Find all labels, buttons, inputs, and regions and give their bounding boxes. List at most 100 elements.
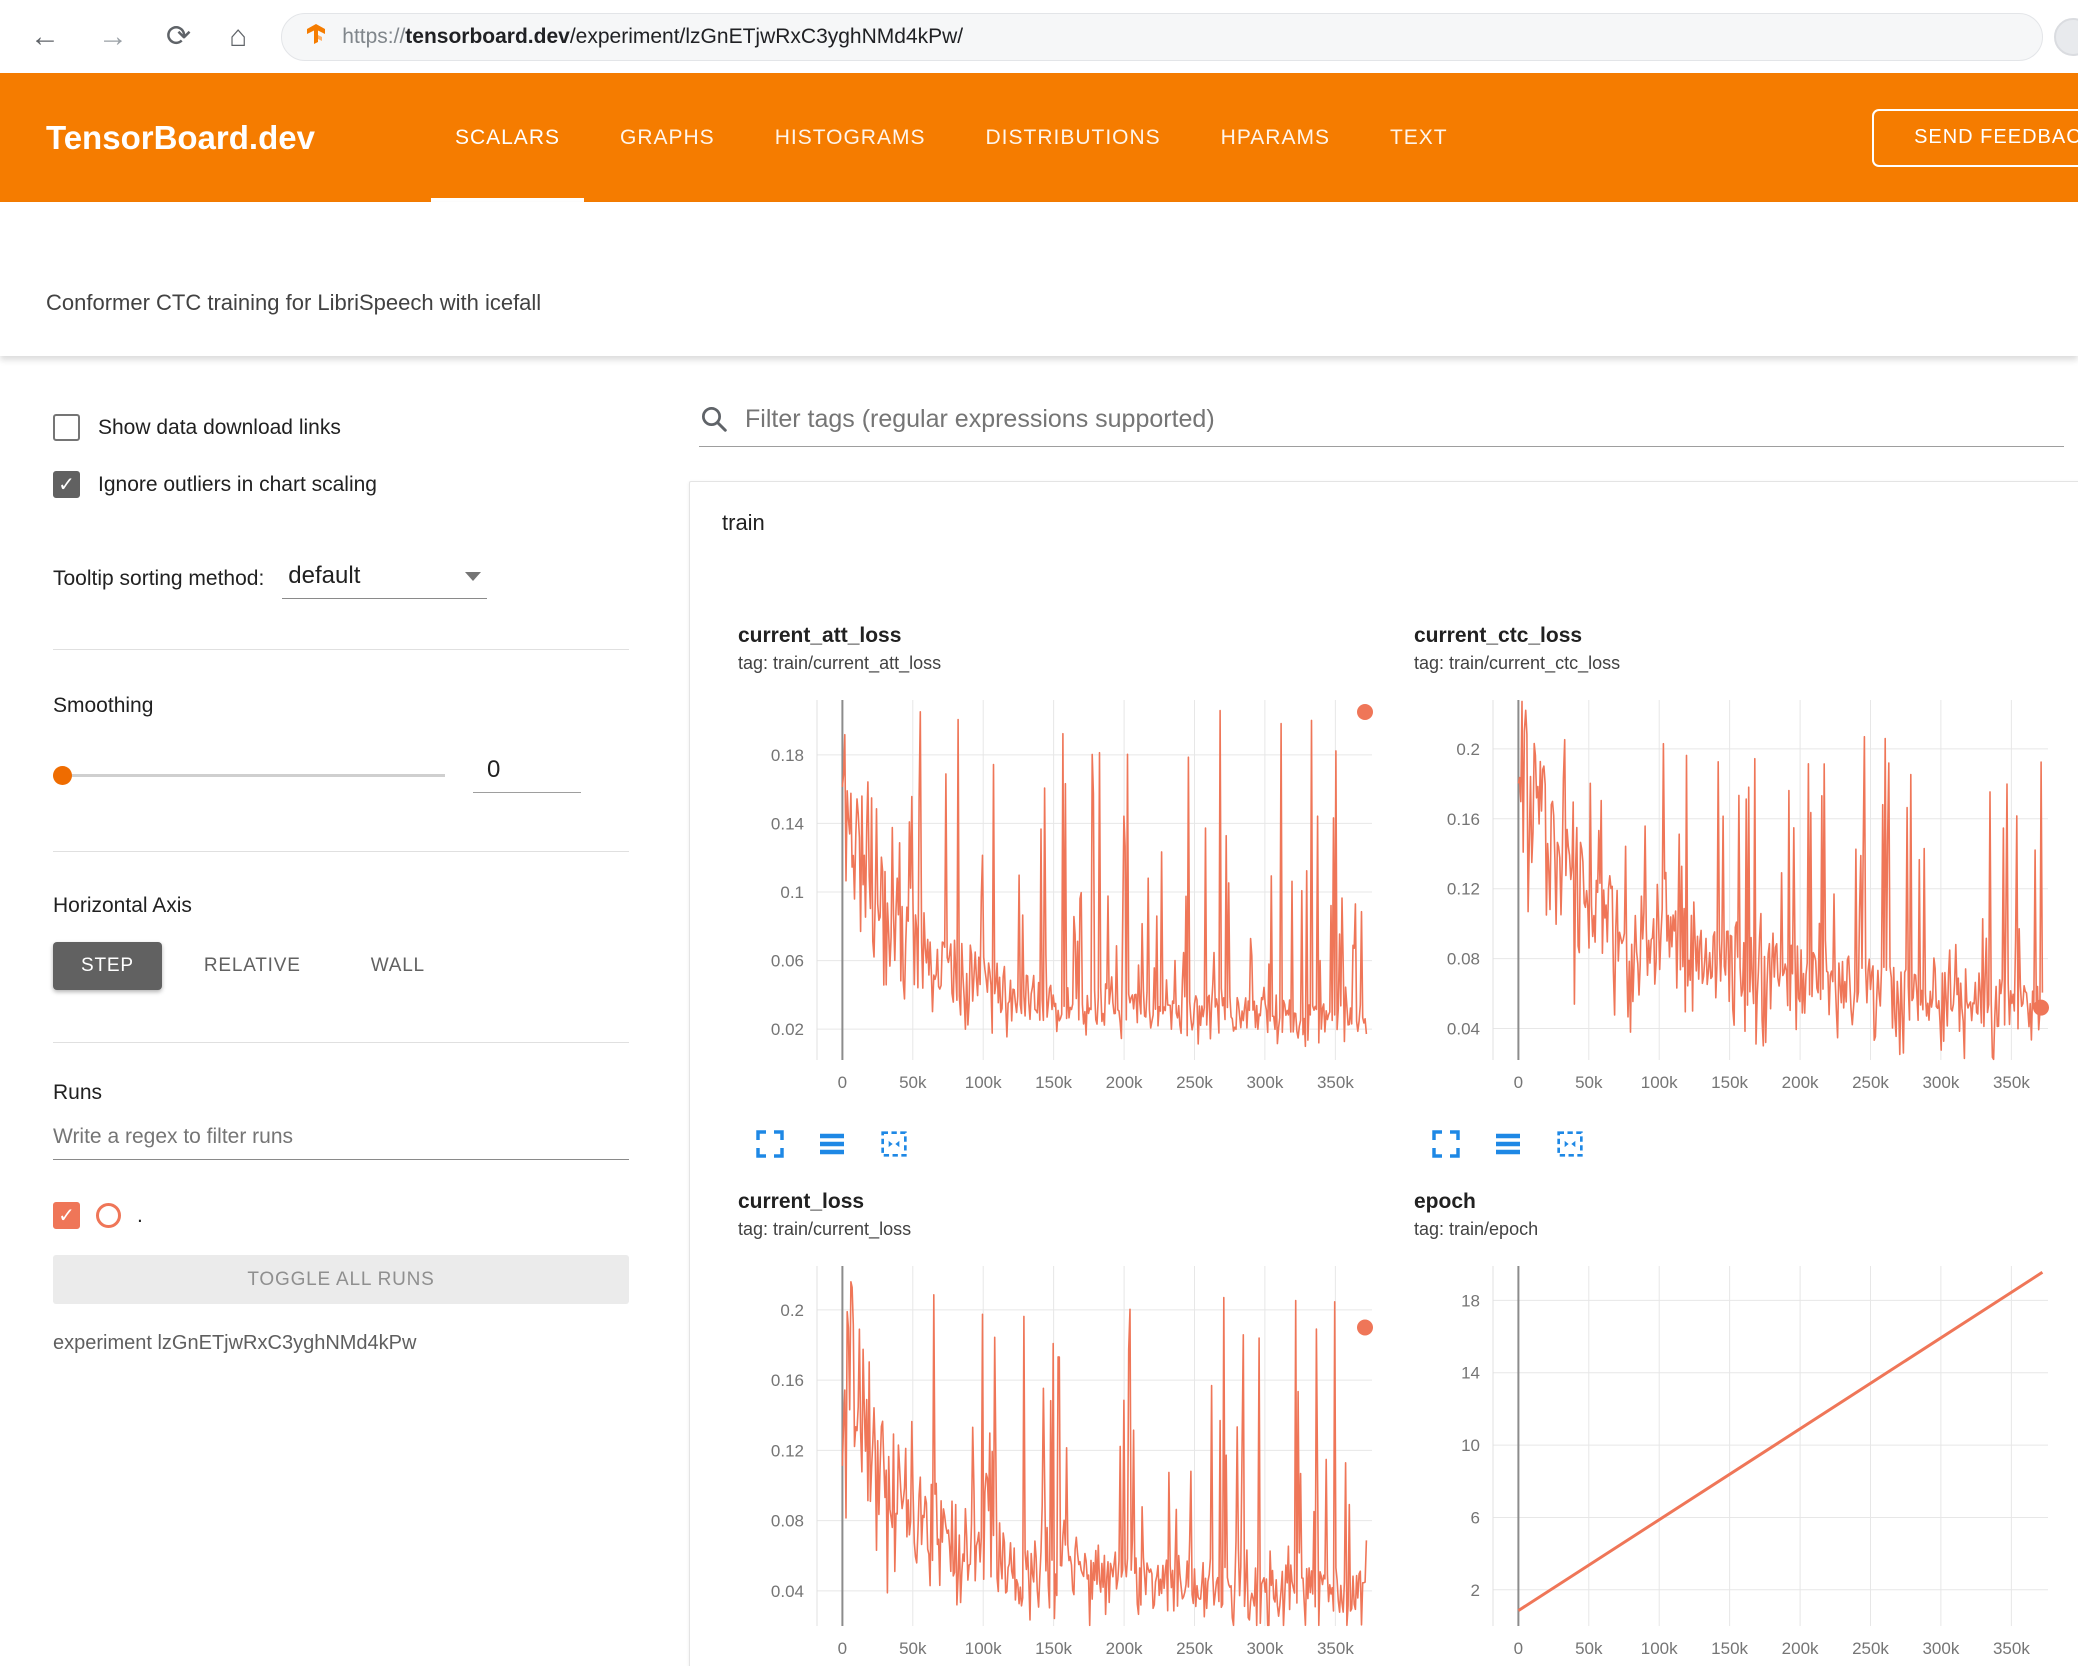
tensorboard-favicon: [304, 22, 328, 51]
show-download-label: Show data download links: [98, 415, 341, 439]
fit-domain-icon[interactable]: [1554, 1128, 1586, 1160]
home-icon[interactable]: ⌂: [229, 21, 247, 52]
filter-tags-input[interactable]: [745, 404, 2064, 434]
back-icon[interactable]: ←: [30, 21, 60, 52]
page: ← → ⟳ ⌂ https://tensorboard.dev/experime…: [0, 0, 2078, 1666]
smoothing-value-field[interactable]: 0: [473, 756, 581, 793]
svg-text:50k: 50k: [1575, 1639, 1603, 1658]
tab-text[interactable]: TEXT: [1360, 73, 1478, 202]
chart-tag: tag: train/current_ctc_loss: [1414, 653, 1621, 673]
svg-text:350k: 350k: [1993, 1639, 2030, 1658]
show-download-checkbox[interactable]: [53, 414, 80, 441]
run-row: ✓ .: [53, 1202, 629, 1229]
chart-title: epoch: [1414, 1190, 1476, 1213]
svg-text:200k: 200k: [1782, 1639, 1819, 1658]
slider-thumb[interactable]: [53, 765, 72, 785]
ignore-outliers-checkbox[interactable]: ✓: [53, 471, 80, 498]
svg-text:0.04: 0.04: [1447, 1020, 1480, 1039]
axis-step-button[interactable]: STEP: [53, 942, 162, 990]
browser-toolbar: ← → ⟳ ⌂ https://tensorboard.dev/experime…: [0, 0, 2078, 73]
chart-toolbar: [754, 1128, 1390, 1160]
smoothing-slider[interactable]: [53, 765, 445, 785]
svg-text:0.02: 0.02: [771, 1020, 804, 1039]
svg-text:150k: 150k: [1035, 1639, 1072, 1658]
send-feedback-button[interactable]: SEND FEEDBACK: [1872, 108, 2078, 167]
svg-text:250k: 250k: [1176, 1639, 1213, 1658]
axis-wall-button[interactable]: WALL: [343, 942, 453, 990]
data-table-glyph: [820, 1133, 844, 1155]
chart-canvas[interactable]: 0.02 0.06 0.1 0.14 0.18 0 50k 100k 150k 200k 250k 3…: [722, 692, 1382, 1116]
address-bar[interactable]: https://tensorboard.dev/experiment/lzGnE…: [281, 12, 2044, 61]
chart-canvas[interactable]: 2 6 10 14 18 0 50k 100k 150k 200k 250k 300k 350k: [1398, 1258, 2058, 1666]
brand-logo: TensorBoard.dev: [46, 118, 315, 156]
svg-text:300k: 300k: [1246, 1073, 1283, 1092]
svg-text:300k: 300k: [1922, 1073, 1959, 1092]
svg-text:0: 0: [838, 1073, 847, 1092]
fit-domain-icon[interactable]: [878, 1128, 910, 1160]
chevron-down-icon: [465, 571, 482, 581]
axis-relative-button[interactable]: RELATIVE: [176, 942, 329, 990]
url-scheme: https://: [342, 24, 406, 48]
svg-text:0.12: 0.12: [1447, 880, 1480, 899]
fit-domain-glyph: [881, 1131, 907, 1157]
chart-tag: tag: train/current_att_loss: [738, 653, 942, 673]
svg-text:0: 0: [838, 1639, 847, 1658]
tooltip-sorting-row: Tooltip sorting method: default: [53, 558, 629, 599]
chart-epoch: epoch tag: train/epoch 2 6 10 14 18 0 50k 100k 1…: [1390, 1190, 2066, 1666]
chart-current-loss: current_loss tag: train/current_loss 0.0…: [714, 1190, 1390, 1666]
avatar[interactable]: [2054, 18, 2078, 56]
fullscreen-icon[interactable]: [1430, 1128, 1462, 1160]
svg-text:250k: 250k: [1176, 1073, 1213, 1092]
svg-text:0: 0: [1514, 1073, 1523, 1092]
svg-text:250k: 250k: [1852, 1639, 1889, 1658]
chart-current-ctc-loss: current_ctc_loss tag: train/current_ctc_…: [1390, 624, 2066, 1160]
data-table-icon[interactable]: [816, 1128, 848, 1160]
divider: [53, 1042, 629, 1043]
svg-text:100k: 100k: [1641, 1073, 1678, 1092]
tab-scalars[interactable]: SCALARS: [425, 73, 590, 202]
app-header: TensorBoard.dev SCALARS GRAPHS HISTOGRAM…: [0, 73, 2078, 202]
forward-icon[interactable]: →: [98, 21, 128, 52]
svg-text:10: 10: [1461, 1436, 1480, 1455]
svg-text:0.1: 0.1: [780, 883, 804, 902]
reload-icon[interactable]: ⟳: [166, 21, 191, 52]
main-nav: SCALARS GRAPHS HISTOGRAMS DISTRIBUTIONS …: [425, 73, 1478, 202]
tab-distributions[interactable]: DISTRIBUTIONS: [955, 73, 1190, 202]
chart-toolbar: [1430, 1128, 2066, 1160]
svg-text:50k: 50k: [899, 1639, 927, 1658]
chart-title: current_loss: [738, 1190, 865, 1213]
svg-text:0.2: 0.2: [780, 1301, 804, 1320]
svg-text:14: 14: [1461, 1364, 1480, 1383]
charts-grid: current_att_loss tag: train/current_att_…: [714, 624, 2078, 1666]
show-download-row: Show data download links: [53, 414, 629, 441]
tab-histograms[interactable]: HISTOGRAMS: [745, 73, 956, 202]
url-domain: tensorboard.dev: [405, 24, 570, 48]
chart-canvas[interactable]: 0.04 0.08 0.12 0.16 0.2 0 50k 100k 150k 200k 250k 3…: [722, 1258, 1382, 1666]
fullscreen-icon[interactable]: [754, 1128, 786, 1160]
toggle-all-runs-button[interactable]: TOGGLE ALL RUNS: [53, 1255, 629, 1304]
svg-text:0.08: 0.08: [1447, 950, 1480, 969]
ignore-outliers-row: ✓ Ignore outliers in chart scaling: [53, 471, 629, 498]
data-table-icon[interactable]: [1492, 1128, 1524, 1160]
svg-text:300k: 300k: [1246, 1639, 1283, 1658]
tab-hparams[interactable]: HPARAMS: [1191, 73, 1360, 202]
tooltip-sorting-dropdown[interactable]: default: [282, 558, 488, 599]
svg-text:350k: 350k: [1317, 1639, 1354, 1658]
runs-filter-input[interactable]: [53, 1119, 629, 1160]
run-checkbox[interactable]: ✓: [53, 1202, 80, 1229]
svg-text:350k: 350k: [1993, 1073, 2030, 1092]
browser-nav-icons: ← → ⟳ ⌂: [30, 21, 247, 52]
svg-text:150k: 150k: [1711, 1073, 1748, 1092]
chart-canvas[interactable]: 0.04 0.08 0.12 0.16 0.2 0 50k 100k 150k 200k 250k 3…: [1398, 692, 2058, 1116]
run-color-swatch[interactable]: [96, 1203, 121, 1228]
content: Show data download links ✓ Ignore outlie…: [0, 356, 2078, 1666]
tab-graphs[interactable]: GRAPHS: [590, 73, 745, 202]
section-title-train[interactable]: train: [722, 510, 2078, 536]
chart-title: current_ctc_loss: [1414, 624, 1583, 647]
svg-text:200k: 200k: [1106, 1639, 1143, 1658]
svg-text:0: 0: [1514, 1639, 1523, 1658]
train-section-card: train current_att_loss tag: train/curren…: [689, 481, 2078, 1666]
svg-text:50k: 50k: [899, 1073, 927, 1092]
horizontal-axis-label: Horizontal Axis: [53, 894, 192, 917]
fullscreen-glyph: [756, 1130, 784, 1158]
